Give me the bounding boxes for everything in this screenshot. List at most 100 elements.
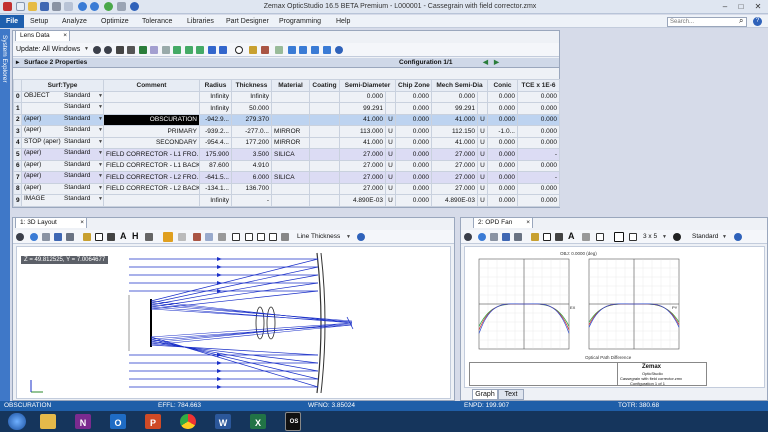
cell-material[interactable] bbox=[271, 113, 310, 126]
cell-mech[interactable]: 99.291 bbox=[431, 102, 478, 115]
refresh-icon[interactable] bbox=[30, 233, 38, 241]
refresh-icon[interactable] bbox=[104, 2, 113, 11]
new-file-icon[interactable] bbox=[16, 2, 25, 11]
cell-thickness[interactable]: 279.370 bbox=[231, 113, 272, 126]
move-icon[interactable] bbox=[127, 46, 135, 54]
chevron-down-icon[interactable]: ▼ bbox=[662, 234, 667, 240]
cell-tce[interactable]: 0.000 bbox=[517, 182, 560, 195]
cell-semi[interactable]: 27.000 bbox=[339, 159, 386, 172]
cell-thickness[interactable]: 177.200 bbox=[231, 136, 272, 149]
opticstudio-icon[interactable]: OS bbox=[285, 412, 301, 431]
gear-icon[interactable] bbox=[673, 233, 681, 241]
arrow-left-icon[interactable] bbox=[288, 46, 296, 54]
chevron-down-icon[interactable]: ▼ bbox=[346, 234, 351, 240]
cell-su[interactable]: U bbox=[477, 171, 488, 184]
row-number[interactable]: 9 bbox=[13, 194, 22, 207]
cell-conic[interactable]: 0.000 bbox=[487, 171, 518, 184]
cell-radius[interactable]: Infinity bbox=[199, 90, 232, 103]
cut-icon[interactable] bbox=[162, 46, 170, 54]
table-row[interactable]: 2 (aper) Standard ▼ OBSCURATION -942.9... 279.… bbox=[13, 113, 560, 126]
start-icon[interactable] bbox=[8, 413, 26, 430]
col-semi-diameter[interactable]: Semi-Diameter bbox=[339, 79, 396, 92]
chevron-down-icon[interactable]: ▼ bbox=[98, 93, 103, 99]
cell-chip[interactable]: 0.000 bbox=[395, 125, 432, 138]
cell-su[interactable]: U bbox=[385, 194, 396, 207]
update-dropdown[interactable]: Update: All Windows bbox=[16, 46, 80, 53]
cell-chip[interactable]: 0.000 bbox=[395, 159, 432, 172]
pickup-icon[interactable] bbox=[196, 46, 204, 54]
cell-mech[interactable]: 112.150 bbox=[431, 125, 478, 138]
lens-icon[interactable] bbox=[208, 46, 216, 54]
cell-thickness[interactable]: 136.700 bbox=[231, 182, 272, 195]
cell-semi[interactable]: 41.000 bbox=[339, 113, 386, 126]
cell-surface[interactable]: (aper) Standard ▼ bbox=[21, 125, 104, 138]
surface-type[interactable]: Standard bbox=[64, 172, 90, 179]
cell-tce[interactable]: 0.000 bbox=[517, 194, 560, 207]
table-row[interactable]: 7 (aper) Standard ▼ FIELD CORRECTOR - L2 FRO… bbox=[13, 171, 560, 184]
cell-coating[interactable] bbox=[309, 194, 340, 207]
config-prev-icon[interactable]: ◀ bbox=[483, 58, 488, 68]
text-tool-icon[interactable]: A bbox=[120, 231, 127, 241]
cell-chip[interactable]: 0.000 bbox=[395, 102, 432, 115]
table-row[interactable]: 5 (aper) Standard ▼ FIELD CORRECTOR - L1 FRO… bbox=[13, 148, 560, 161]
cell-coating[interactable] bbox=[309, 182, 340, 195]
grid-icon[interactable] bbox=[275, 46, 283, 54]
cell-radius[interactable]: 87.600 bbox=[199, 159, 232, 172]
cell-thickness[interactable]: 50.000 bbox=[231, 102, 272, 115]
expand-icon[interactable] bbox=[232, 233, 240, 241]
cell-tce[interactable]: 0.000 bbox=[517, 125, 560, 138]
menu-part-designer[interactable]: Part Designer bbox=[226, 18, 269, 25]
zoom-icon[interactable] bbox=[178, 233, 186, 241]
chevron-down-icon[interactable]: ▼ bbox=[98, 162, 103, 168]
surface-type[interactable]: Standard bbox=[64, 126, 90, 133]
cell-tce[interactable]: 0.000 bbox=[517, 90, 560, 103]
cell-tce[interactable]: 0.000 bbox=[517, 113, 560, 126]
minimize-button[interactable]: – bbox=[718, 1, 732, 12]
cell-su[interactable]: U bbox=[477, 159, 488, 172]
row-number[interactable]: 3 bbox=[13, 125, 22, 138]
chevron-down-icon[interactable]: ▼ bbox=[84, 46, 89, 52]
table-icon[interactable] bbox=[269, 233, 277, 241]
surface-type[interactable]: Standard bbox=[64, 115, 90, 122]
surface-type[interactable]: Standard bbox=[64, 195, 90, 202]
cell-tce[interactable]: - bbox=[517, 171, 560, 184]
cell-chip[interactable]: 0.000 bbox=[395, 194, 432, 207]
cell-chip[interactable]: 0.000 bbox=[395, 171, 432, 184]
cell-tce[interactable]: 0.000 bbox=[517, 159, 560, 172]
help-icon[interactable] bbox=[357, 233, 365, 241]
cell-material[interactable] bbox=[271, 90, 310, 103]
system-explorer-sidebar[interactable]: System Explorer bbox=[0, 29, 10, 401]
cell-radius[interactable]: Infinity bbox=[199, 102, 232, 115]
dimension-icon[interactable]: H bbox=[132, 231, 139, 241]
file-menu[interactable]: File bbox=[0, 15, 24, 28]
grid-icon[interactable] bbox=[257, 233, 265, 241]
save-icon[interactable] bbox=[40, 2, 49, 11]
cell-surface[interactable]: (aper) Standard ▼ bbox=[21, 113, 104, 126]
col-conic[interactable]: Conic bbox=[487, 79, 518, 92]
decenter-icon[interactable] bbox=[185, 46, 193, 54]
cell-su[interactable]: U bbox=[477, 125, 488, 138]
row-number[interactable]: 1 bbox=[13, 102, 22, 115]
surface-properties-bar[interactable]: ▸ Surface 2 Properties Configuration 1/1… bbox=[13, 58, 559, 68]
cell-coating[interactable] bbox=[309, 159, 340, 172]
undo-icon[interactable] bbox=[78, 2, 87, 11]
cell-su[interactable]: U bbox=[385, 171, 396, 184]
cell-conic[interactable]: 0.000 bbox=[487, 113, 518, 126]
menu-libraries[interactable]: Libraries bbox=[187, 18, 214, 25]
cell-chip[interactable]: 0.000 bbox=[395, 148, 432, 161]
cell-radius[interactable]: -641.5... bbox=[199, 171, 232, 184]
swap-icon[interactable] bbox=[139, 46, 147, 54]
onenote-icon[interactable]: N bbox=[75, 414, 91, 429]
standard-dropdown[interactable]: Standard bbox=[692, 233, 718, 240]
cell-surface[interactable]: STOP (aper) Standard ▼ bbox=[21, 136, 104, 149]
search-input[interactable]: Search... bbox=[667, 17, 747, 27]
col-material[interactable]: Material bbox=[271, 79, 310, 92]
wand-icon[interactable] bbox=[261, 46, 269, 54]
gear-icon[interactable] bbox=[93, 46, 101, 54]
cell-su[interactable]: U bbox=[477, 194, 488, 207]
close-tab-icon[interactable]: × bbox=[526, 218, 530, 228]
save-icon[interactable] bbox=[54, 233, 62, 241]
word-icon[interactable]: W bbox=[215, 414, 231, 429]
row-number[interactable]: 0 bbox=[13, 90, 22, 103]
line-thickness-dropdown[interactable]: Line Thickness bbox=[297, 233, 340, 240]
